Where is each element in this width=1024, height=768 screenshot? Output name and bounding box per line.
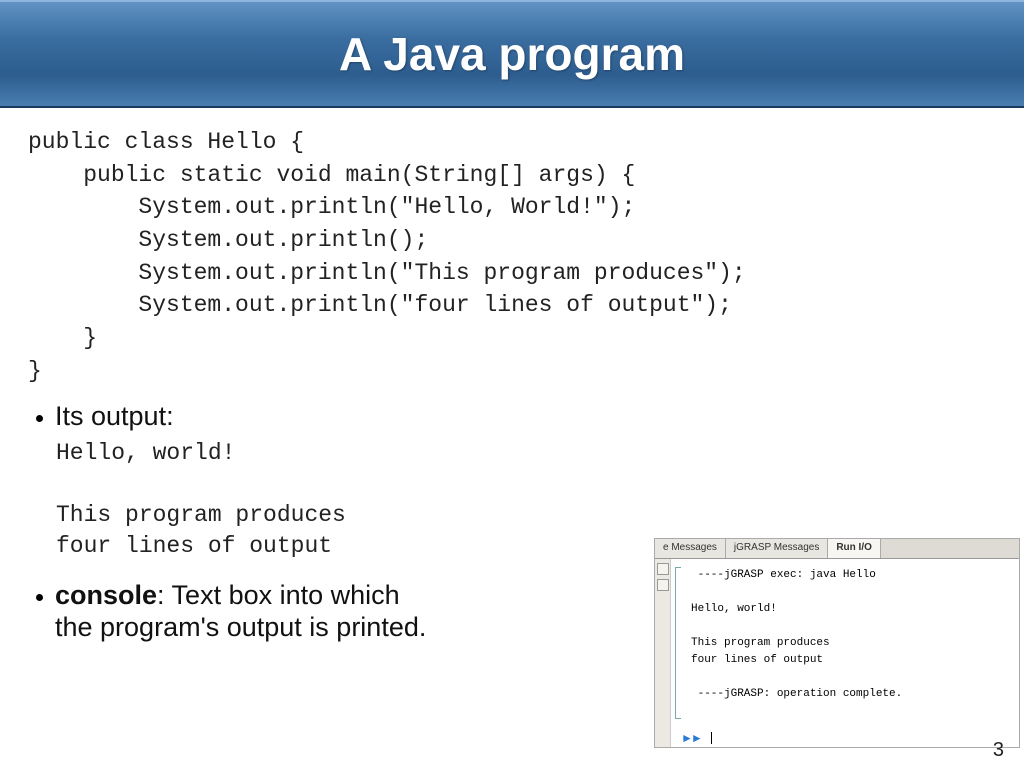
bullet-text: console: Text box into which the program… (55, 580, 426, 642)
tab-messages[interactable]: e Messages (655, 539, 726, 558)
gutter-button[interactable] (657, 563, 669, 575)
output-bracket-icon (675, 567, 681, 719)
jgrasp-console-screenshot: e Messages jGRASP Messages Run I/O ----j… (654, 538, 1020, 748)
cursor-icon (711, 732, 712, 744)
bullet-text: Its output: (55, 401, 174, 432)
console-term: console (55, 580, 157, 610)
page-number: 3 (993, 739, 1004, 762)
gutter-button[interactable] (657, 579, 669, 591)
play-icon[interactable]: ►► (681, 731, 701, 745)
title-bar: A Java program (0, 0, 1024, 108)
tab-jgrasp-messages[interactable]: jGRASP Messages (726, 539, 828, 558)
bullet-dot-icon (36, 415, 43, 422)
tab-run-io[interactable]: Run I/O (828, 539, 881, 558)
bullet-dot-icon (36, 594, 43, 601)
slide-title: A Java program (339, 27, 685, 81)
console-body: ----jGRASP exec: java Hello Hello, world… (655, 559, 1019, 747)
console-tabs: e Messages jGRASP Messages Run I/O (655, 539, 1019, 559)
console-controls: ►► (681, 731, 712, 745)
console-output-text: ----jGRASP exec: java Hello Hello, world… (691, 567, 1013, 703)
java-code-block: public class Hello { public static void … (28, 126, 996, 387)
console-main: ----jGRASP exec: java Hello Hello, world… (671, 559, 1019, 747)
console-gutter (655, 559, 671, 747)
bullet-its-output: Its output: (36, 401, 996, 432)
